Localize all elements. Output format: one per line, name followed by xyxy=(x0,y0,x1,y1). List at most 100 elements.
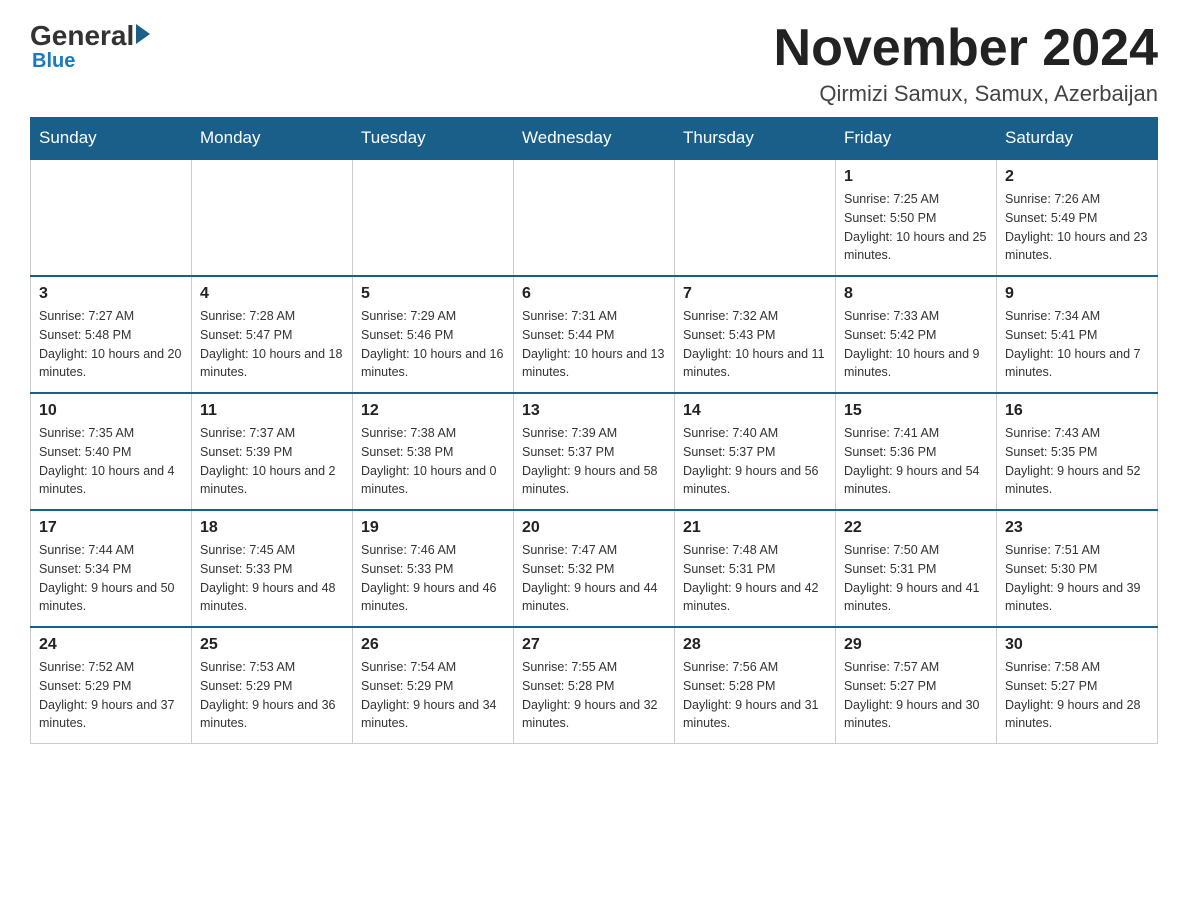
day-number: 10 xyxy=(39,402,183,420)
day-cell-1-4: 7 Sunrise: 7:32 AMSunset: 5:43 PMDaylight… xyxy=(675,276,836,393)
day-cell-3-2: 19 Sunrise: 7:46 AMSunset: 5:33 PMDayligh… xyxy=(353,510,514,627)
day-cell-4-4: 28 Sunrise: 7:56 AMSunset: 5:28 PMDayligh… xyxy=(675,627,836,744)
day-info: Sunrise: 7:44 AMSunset: 5:34 PMDaylight:… xyxy=(39,541,183,616)
day-number: 8 xyxy=(844,285,988,303)
day-number: 22 xyxy=(844,519,988,537)
day-number: 24 xyxy=(39,636,183,654)
day-cell-3-5: 22 Sunrise: 7:50 AMSunset: 5:31 PMDayligh… xyxy=(836,510,997,627)
logo-arrow-icon xyxy=(136,24,150,44)
day-cell-0-4 xyxy=(675,159,836,276)
day-cell-0-6: 2Sunrise: 7:26 AMSunset: 5:49 PMDaylight… xyxy=(997,159,1158,276)
day-info: Sunrise: 7:37 AMSunset: 5:39 PMDaylight:… xyxy=(200,424,344,499)
day-cell-1-6: 9Sunrise: 7:34 AMSunset: 5:41 PMDaylight… xyxy=(997,276,1158,393)
day-number: 12 xyxy=(361,402,505,420)
day-info: Sunrise: 7:53 AMSunset: 5:29 PMDaylight:… xyxy=(200,658,344,733)
day-cell-0-2 xyxy=(353,159,514,276)
day-number: 23 xyxy=(1005,519,1149,537)
day-cell-4-1: 25 Sunrise: 7:53 AMSunset: 5:29 PMDayligh… xyxy=(192,627,353,744)
day-info: Sunrise: 7:52 AMSunset: 5:29 PMDaylight:… xyxy=(39,658,183,733)
day-cell-4-5: 29 Sunrise: 7:57 AMSunset: 5:27 PMDayligh… xyxy=(836,627,997,744)
day-cell-2-5: 15 Sunrise: 7:41 AMSunset: 5:36 PMDayligh… xyxy=(836,393,997,510)
page-header: General Blue November 2024 Qirmizi Samux… xyxy=(30,20,1158,107)
logo: General Blue xyxy=(30,20,150,73)
day-info: Sunrise: 7:26 AMSunset: 5:49 PMDaylight:… xyxy=(1005,190,1149,265)
day-number: 4 xyxy=(200,285,344,303)
day-info: Sunrise: 7:54 AMSunset: 5:29 PMDaylight:… xyxy=(361,658,505,733)
day-cell-1-5: 8 Sunrise: 7:33 AMSunset: 5:42 PMDaylight… xyxy=(836,276,997,393)
day-info: Sunrise: 7:33 AMSunset: 5:42 PMDaylight:… xyxy=(844,307,988,382)
day-info: Sunrise: 7:45 AMSunset: 5:33 PMDaylight:… xyxy=(200,541,344,616)
logo-general: General xyxy=(30,20,134,52)
day-number: 5 xyxy=(361,285,505,303)
day-number: 29 xyxy=(844,636,988,654)
day-info: Sunrise: 7:31 AMSunset: 5:44 PMDaylight:… xyxy=(522,307,666,382)
day-cell-1-0: 3 Sunrise: 7:27 AMSunset: 5:48 PMDaylight… xyxy=(31,276,192,393)
day-info: Sunrise: 7:32 AMSunset: 5:43 PMDaylight:… xyxy=(683,307,827,382)
day-cell-0-3 xyxy=(514,159,675,276)
logo-blue: Blue xyxy=(32,50,75,73)
day-number: 25 xyxy=(200,636,344,654)
day-number: 14 xyxy=(683,402,827,420)
week-row-4: 17 Sunrise: 7:44 AMSunset: 5:34 PMDayligh… xyxy=(31,510,1158,627)
day-info: Sunrise: 7:28 AMSunset: 5:47 PMDaylight:… xyxy=(200,307,344,382)
day-number: 13 xyxy=(522,402,666,420)
day-info: Sunrise: 7:35 AMSunset: 5:40 PMDaylight:… xyxy=(39,424,183,499)
day-number: 16 xyxy=(1005,402,1149,420)
day-cell-4-3: 27 Sunrise: 7:55 AMSunset: 5:28 PMDayligh… xyxy=(514,627,675,744)
day-cell-1-2: 5Sunrise: 7:29 AMSunset: 5:46 PMDaylight… xyxy=(353,276,514,393)
day-info: Sunrise: 7:43 AMSunset: 5:35 PMDaylight:… xyxy=(1005,424,1149,499)
day-info: Sunrise: 7:41 AMSunset: 5:36 PMDaylight:… xyxy=(844,424,988,499)
month-title: November 2024 xyxy=(774,20,1158,77)
day-number: 15 xyxy=(844,402,988,420)
day-cell-1-1: 4 Sunrise: 7:28 AMSunset: 5:47 PMDaylight… xyxy=(192,276,353,393)
header-friday: Friday xyxy=(836,118,997,160)
day-cell-3-6: 23Sunrise: 7:51 AMSunset: 5:30 PMDayligh… xyxy=(997,510,1158,627)
location-title: Qirmizi Samux, Samux, Azerbaijan xyxy=(774,81,1158,107)
weekday-header-row: Sunday Monday Tuesday Wednesday Thursday… xyxy=(31,118,1158,160)
day-number: 7 xyxy=(683,285,827,303)
day-number: 3 xyxy=(39,285,183,303)
day-number: 21 xyxy=(683,519,827,537)
day-cell-4-6: 30 Sunrise: 7:58 AMSunset: 5:27 PMDayligh… xyxy=(997,627,1158,744)
day-number: 28 xyxy=(683,636,827,654)
day-info: Sunrise: 7:25 AMSunset: 5:50 PMDaylight:… xyxy=(844,190,988,265)
day-info: Sunrise: 7:47 AMSunset: 5:32 PMDaylight:… xyxy=(522,541,666,616)
logo-text: General xyxy=(30,20,150,52)
day-number: 30 xyxy=(1005,636,1149,654)
week-row-5: 24 Sunrise: 7:52 AMSunset: 5:29 PMDayligh… xyxy=(31,627,1158,744)
day-cell-2-1: 11 Sunrise: 7:37 AMSunset: 5:39 PMDayligh… xyxy=(192,393,353,510)
title-area: November 2024 Qirmizi Samux, Samux, Azer… xyxy=(774,20,1158,107)
day-cell-3-0: 17 Sunrise: 7:44 AMSunset: 5:34 PMDayligh… xyxy=(31,510,192,627)
day-number: 27 xyxy=(522,636,666,654)
day-number: 18 xyxy=(200,519,344,537)
day-number: 20 xyxy=(522,519,666,537)
day-cell-1-3: 6 Sunrise: 7:31 AMSunset: 5:44 PMDaylight… xyxy=(514,276,675,393)
day-number: 11 xyxy=(200,402,344,420)
day-info: Sunrise: 7:27 AMSunset: 5:48 PMDaylight:… xyxy=(39,307,183,382)
day-cell-2-3: 13Sunrise: 7:39 AMSunset: 5:37 PMDayligh… xyxy=(514,393,675,510)
day-info: Sunrise: 7:57 AMSunset: 5:27 PMDaylight:… xyxy=(844,658,988,733)
day-info: Sunrise: 7:50 AMSunset: 5:31 PMDaylight:… xyxy=(844,541,988,616)
calendar-table: Sunday Monday Tuesday Wednesday Thursday… xyxy=(30,117,1158,744)
day-cell-0-1 xyxy=(192,159,353,276)
day-number: 19 xyxy=(361,519,505,537)
day-info: Sunrise: 7:38 AMSunset: 5:38 PMDaylight:… xyxy=(361,424,505,499)
day-cell-4-0: 24 Sunrise: 7:52 AMSunset: 5:29 PMDayligh… xyxy=(31,627,192,744)
day-cell-3-4: 21 Sunrise: 7:48 AMSunset: 5:31 PMDayligh… xyxy=(675,510,836,627)
day-cell-3-3: 20 Sunrise: 7:47 AMSunset: 5:32 PMDayligh… xyxy=(514,510,675,627)
day-number: 6 xyxy=(522,285,666,303)
day-number: 26 xyxy=(361,636,505,654)
day-info: Sunrise: 7:48 AMSunset: 5:31 PMDaylight:… xyxy=(683,541,827,616)
day-info: Sunrise: 7:46 AMSunset: 5:33 PMDaylight:… xyxy=(361,541,505,616)
day-cell-2-4: 14 Sunrise: 7:40 AMSunset: 5:37 PMDayligh… xyxy=(675,393,836,510)
day-info: Sunrise: 7:40 AMSunset: 5:37 PMDaylight:… xyxy=(683,424,827,499)
day-cell-2-6: 16 Sunrise: 7:43 AMSunset: 5:35 PMDayligh… xyxy=(997,393,1158,510)
day-cell-0-5: 1Sunrise: 7:25 AMSunset: 5:50 PMDaylight… xyxy=(836,159,997,276)
day-info: Sunrise: 7:58 AMSunset: 5:27 PMDaylight:… xyxy=(1005,658,1149,733)
day-cell-3-1: 18 Sunrise: 7:45 AMSunset: 5:33 PMDayligh… xyxy=(192,510,353,627)
day-info: Sunrise: 7:55 AMSunset: 5:28 PMDaylight:… xyxy=(522,658,666,733)
week-row-3: 10 Sunrise: 7:35 AMSunset: 5:40 PMDayligh… xyxy=(31,393,1158,510)
day-info: Sunrise: 7:56 AMSunset: 5:28 PMDaylight:… xyxy=(683,658,827,733)
day-number: 17 xyxy=(39,519,183,537)
header-saturday: Saturday xyxy=(997,118,1158,160)
